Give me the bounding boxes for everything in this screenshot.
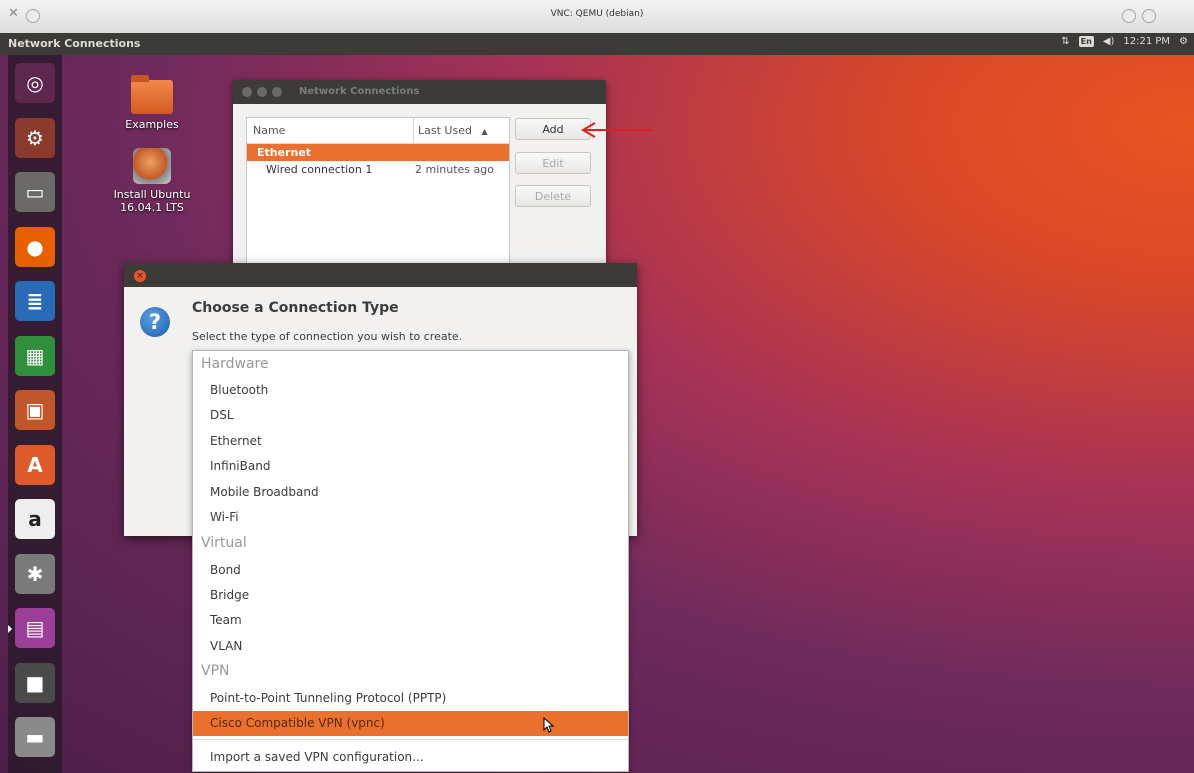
dialog-heading: Choose a Connection Type bbox=[192, 300, 399, 316]
install-ubuntu-label-line1: Install Ubuntu bbox=[113, 188, 191, 201]
option-import-vpn[interactable]: Import a saved VPN configuration... bbox=[193, 745, 628, 770]
unity-launcher: ◎ ⚙ ▭ ● ≣ ▦ ▣ Aa ✱ ▤ ■ ▬ bbox=[8, 55, 62, 773]
hardware-group-header: Hardware bbox=[201, 356, 269, 372]
vnc-window-title: VNC: QEMU (debian) bbox=[550, 9, 644, 19]
examples-label: Examples bbox=[125, 118, 179, 131]
question-icon: ? bbox=[140, 307, 170, 337]
active-app-title: Network Connections bbox=[8, 37, 141, 50]
option-dsl[interactable]: DSL bbox=[193, 403, 628, 428]
system-settings-icon[interactable]: ✱ bbox=[15, 553, 55, 594]
files-icon[interactable]: ▭ bbox=[15, 172, 55, 212]
sort-ascending-icon: ▲ bbox=[481, 127, 488, 136]
column-separator bbox=[413, 118, 414, 143]
save-icon[interactable]: ■ bbox=[15, 662, 55, 703]
connection-name: Wired connection 1 bbox=[266, 163, 373, 176]
dialog-close-icon[interactable]: × bbox=[134, 270, 146, 282]
software-center-icon[interactable]: A bbox=[15, 444, 55, 485]
writer-icon[interactable]: ≣ bbox=[15, 281, 55, 321]
connection-last-used: 2 minutes ago bbox=[415, 163, 494, 176]
option-team[interactable]: Team bbox=[193, 608, 628, 633]
connections-list: Name Last Used ▲ Ethernet Wired connecti… bbox=[246, 117, 510, 269]
option-bridge[interactable]: Bridge bbox=[193, 583, 628, 608]
option-vpnc[interactable]: Cisco Compatible VPN (vpnc) bbox=[193, 711, 628, 736]
nc-maximize-icon[interactable] bbox=[272, 87, 282, 97]
top-panel: Network Connections ⇅ En ◀) 12:21 PM ⚙ bbox=[0, 33, 1194, 55]
volume-indicator-icon[interactable]: ◀) bbox=[1103, 36, 1115, 47]
firefox-icon[interactable]: ● bbox=[15, 226, 55, 267]
installer-icon bbox=[133, 148, 171, 184]
nc-titlebar: Network Connections bbox=[233, 80, 606, 104]
calc-icon[interactable]: ▦ bbox=[15, 335, 55, 376]
clock[interactable]: 12:21 PM bbox=[1123, 36, 1170, 47]
network-indicator-icon[interactable]: ⇅ bbox=[1061, 36, 1069, 47]
separator bbox=[193, 739, 628, 740]
last-used-label: Last Used bbox=[418, 124, 472, 137]
edit-button[interactable]: Edit bbox=[515, 152, 591, 174]
connections-list-header: Name Last Used ▲ bbox=[247, 118, 509, 144]
connection-row[interactable]: Wired connection 1 2 minutes ago bbox=[247, 161, 509, 179]
option-vpnc-label: Cisco Compatible VPN (vpnc) bbox=[210, 716, 385, 730]
ethernet-group-row[interactable]: Ethernet bbox=[247, 144, 509, 161]
name-column-header[interactable]: Name bbox=[253, 124, 285, 137]
amazon-icon[interactable]: a bbox=[15, 499, 55, 539]
nc-window-title: Network Connections bbox=[299, 86, 420, 97]
option-pptp[interactable]: Point-to-Point Tunneling Protocol (PPTP) bbox=[193, 686, 628, 711]
vpn-group-header: VPN bbox=[201, 663, 230, 679]
option-bond[interactable]: Bond bbox=[193, 558, 628, 583]
nc-close-icon[interactable] bbox=[242, 87, 252, 97]
nc-minimize-icon[interactable] bbox=[257, 87, 267, 97]
delete-button[interactable]: Delete bbox=[515, 185, 591, 207]
last-used-column-header[interactable]: Last Used ▲ bbox=[418, 124, 488, 137]
ct-titlebar: × bbox=[124, 263, 637, 287]
dash-icon[interactable]: ◎ bbox=[15, 63, 55, 103]
mouse-pointer-icon bbox=[543, 717, 555, 733]
option-bluetooth[interactable]: Bluetooth bbox=[193, 378, 628, 403]
network-connections-window: Network Connections Name Last Used ▲ Eth… bbox=[233, 80, 606, 270]
option-vlan[interactable]: VLAN bbox=[193, 634, 628, 659]
examples-desktop-icon[interactable]: Examples bbox=[112, 75, 192, 131]
keyboard-layout-indicator[interactable]: En bbox=[1078, 36, 1094, 47]
option-infiniband[interactable]: InfiniBand bbox=[193, 454, 628, 479]
indicator-area: ⇅ En ◀) 12:21 PM ⚙ bbox=[1061, 36, 1188, 47]
vnc-zoom-out-icon[interactable] bbox=[1122, 9, 1136, 23]
impress-icon[interactable]: ▣ bbox=[15, 390, 55, 430]
install-ubuntu-launcher-icon[interactable]: ⚙ bbox=[15, 117, 55, 158]
settings-gear-icon[interactable]: ⚙ bbox=[1179, 36, 1188, 47]
install-ubuntu-desktop-icon[interactable]: Install Ubuntu 16.04.1 LTS bbox=[100, 148, 204, 214]
option-mobile-broadband[interactable]: Mobile Broadband bbox=[193, 480, 628, 505]
folder-icon bbox=[131, 75, 173, 114]
drive-icon[interactable]: ▬ bbox=[15, 717, 55, 757]
connection-type-dropdown: Hardware Bluetooth DSL Ethernet InfiniBa… bbox=[192, 350, 629, 772]
dialog-subtitle: Select the type of connection you wish t… bbox=[192, 330, 463, 343]
vnc-titlebar: ✕ VNC: QEMU (debian) bbox=[0, 0, 1194, 34]
option-ethernet[interactable]: Ethernet bbox=[193, 429, 628, 454]
network-connections-launcher-icon[interactable]: ▤ bbox=[8, 608, 55, 648]
virtual-group-header: Virtual bbox=[201, 535, 247, 551]
vnc-zoom-in-icon[interactable] bbox=[1142, 9, 1156, 23]
install-ubuntu-label-line2: 16.04.1 LTS bbox=[120, 201, 184, 214]
annotation-arrow-icon bbox=[581, 122, 653, 138]
option-wifi[interactable]: Wi-Fi bbox=[193, 505, 628, 530]
